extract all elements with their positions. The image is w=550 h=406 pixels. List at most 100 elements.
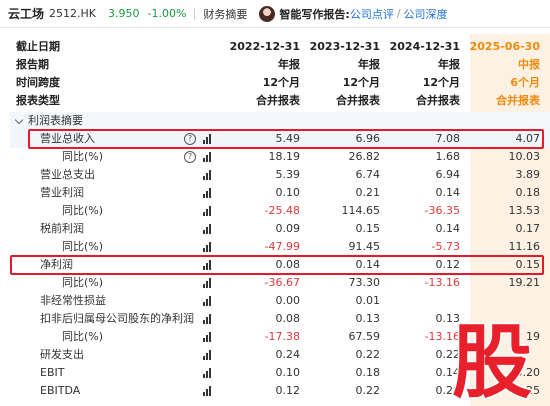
cell: 67.59: [348, 330, 381, 343]
price-change: -1.00%: [147, 7, 187, 20]
chart-bars-icon[interactable]: [203, 386, 213, 396]
cell: 1.68: [435, 150, 461, 163]
stock-header-bar: 云工场 2512.HK 3.950 -1.00% 财务摘要 智能写作报告: 公司…: [0, 0, 550, 28]
cell: 0.10: [275, 186, 301, 199]
chevron-down-icon[interactable]: [14, 115, 24, 125]
cell: 0.18: [515, 186, 541, 199]
cell: -5.73: [431, 240, 460, 253]
section-label: 利润表摘要: [28, 114, 83, 127]
chart-bars-icon[interactable]: [203, 350, 213, 360]
row-label: 扣非后归属母公司股东的净利润: [40, 312, 194, 325]
row-label: 截止日期: [16, 40, 60, 53]
cell: 0.10: [275, 366, 301, 379]
cell: 0.13: [355, 312, 381, 325]
cell: 0.14: [435, 222, 461, 235]
cell: 0.18: [355, 366, 381, 379]
stamp-char: 股: [452, 316, 532, 402]
cell: 0.21: [355, 186, 381, 199]
cell: 年报: [278, 58, 300, 71]
tab-financial-summary[interactable]: 财务摘要: [203, 6, 247, 22]
cell: 91.45: [348, 240, 381, 253]
cell: 合并报表: [496, 94, 540, 107]
help-icon[interactable]: ?: [184, 151, 196, 163]
cell: 10.03: [508, 150, 541, 163]
cell: 11.16: [508, 240, 541, 253]
cell: 19.21: [508, 276, 541, 289]
cell: 6.74: [355, 168, 381, 181]
row-net-profit-yoy: 同比(%) -36.67 73.30 -13.16 19.21: [10, 274, 550, 292]
cell: 6.94: [435, 168, 461, 181]
cell: 2022-12-31: [229, 40, 300, 53]
cell: 合并报表: [416, 94, 460, 107]
company-review-link[interactable]: 公司点评: [350, 6, 394, 22]
cell: 0.17: [515, 222, 541, 235]
chart-bars-icon[interactable]: [203, 224, 213, 234]
chart-bars-icon[interactable]: [203, 296, 213, 306]
link-separator: /: [396, 7, 401, 20]
row-label: 时间跨度: [16, 76, 60, 89]
cell: 26.82: [348, 150, 381, 163]
cell: 73.30: [348, 276, 381, 289]
row-label: EBITDA: [40, 384, 81, 397]
cell: 0.09: [275, 222, 301, 235]
cell: 0.00: [275, 294, 301, 307]
cell: 5.39: [275, 168, 301, 181]
cell: 12个月: [422, 76, 460, 89]
cell: 0.22: [355, 348, 381, 361]
chart-bars-icon[interactable]: [203, 278, 213, 288]
chart-bars-icon[interactable]: [203, 152, 213, 162]
ai-report-label: 智能写作报告:: [279, 7, 350, 21]
cell: 0.15: [355, 222, 381, 235]
cell: 2025-06-30: [469, 40, 540, 53]
row-label: 税前利润: [40, 222, 84, 235]
cell: 3.89: [515, 168, 541, 181]
chart-bars-icon[interactable]: [203, 368, 213, 378]
row-label: 同比(%): [62, 240, 104, 253]
row-pretax-profit-yoy: 同比(%) -47.99 91.45 -5.73 11.16: [10, 238, 550, 256]
cell: 13.53: [508, 204, 541, 217]
cell: 中报: [518, 58, 540, 71]
stock-code: 2512.HK: [49, 7, 96, 20]
cell: 114.65: [341, 204, 381, 217]
highlight-box-net-profit: [10, 255, 544, 275]
cell: 0.24: [275, 348, 301, 361]
chart-bars-icon[interactable]: [203, 332, 213, 342]
cell: -17.38: [264, 330, 300, 343]
section-income-summary[interactable]: 利润表摘要: [10, 112, 550, 130]
row-label: 同比(%): [62, 330, 104, 343]
header-row-date: 截止日期 2022-12-31 2023-12-31 2024-12-31 20…: [10, 38, 550, 56]
stock-price: 3.950: [108, 7, 140, 20]
cell: 年报: [438, 58, 460, 71]
row-label: 同比(%): [62, 150, 104, 163]
chart-bars-icon[interactable]: [203, 314, 213, 324]
row-label: 同比(%): [62, 276, 104, 289]
cell: 6个月: [510, 76, 540, 89]
cell: 合并报表: [256, 94, 300, 107]
cell: 年报: [358, 58, 380, 71]
row-label: 同比(%): [62, 204, 104, 217]
row-label: 非经常性损益: [40, 294, 106, 307]
cell: 18.19: [268, 150, 301, 163]
chart-bars-icon[interactable]: [203, 206, 213, 216]
row-operating-profit: 营业利润 0.10 0.21 0.14 0.18: [10, 184, 550, 202]
cell: 12个月: [342, 76, 380, 89]
chart-bars-icon[interactable]: [203, 242, 213, 252]
cell: 0.08: [275, 312, 301, 325]
company-name[interactable]: 云工场: [8, 5, 44, 22]
stamp-watermark: 股: [451, 316, 534, 402]
cell: -25.48: [264, 204, 300, 217]
cell: -13.16: [424, 276, 460, 289]
cell: 0.01: [355, 294, 381, 307]
header-row-period: 报告期 年报 年报 年报 中报: [10, 56, 550, 74]
row-label: EBIT: [40, 366, 65, 379]
cell: 0.12: [275, 384, 301, 397]
cell: 合并报表: [336, 94, 380, 107]
avatar: [259, 5, 276, 22]
header-row-type: 报表类型 合并报表 合并报表 合并报表 合并报表: [10, 92, 550, 110]
chart-bars-icon[interactable]: [203, 188, 213, 198]
cell: 0.14: [435, 186, 461, 199]
row-label: 营业利润: [40, 186, 84, 199]
company-depth-link[interactable]: 公司深度: [404, 6, 448, 22]
chart-bars-icon[interactable]: [203, 170, 213, 180]
row-revenue-yoy: 同比(%) ? 18.19 26.82 1.68 10.03: [10, 148, 550, 166]
